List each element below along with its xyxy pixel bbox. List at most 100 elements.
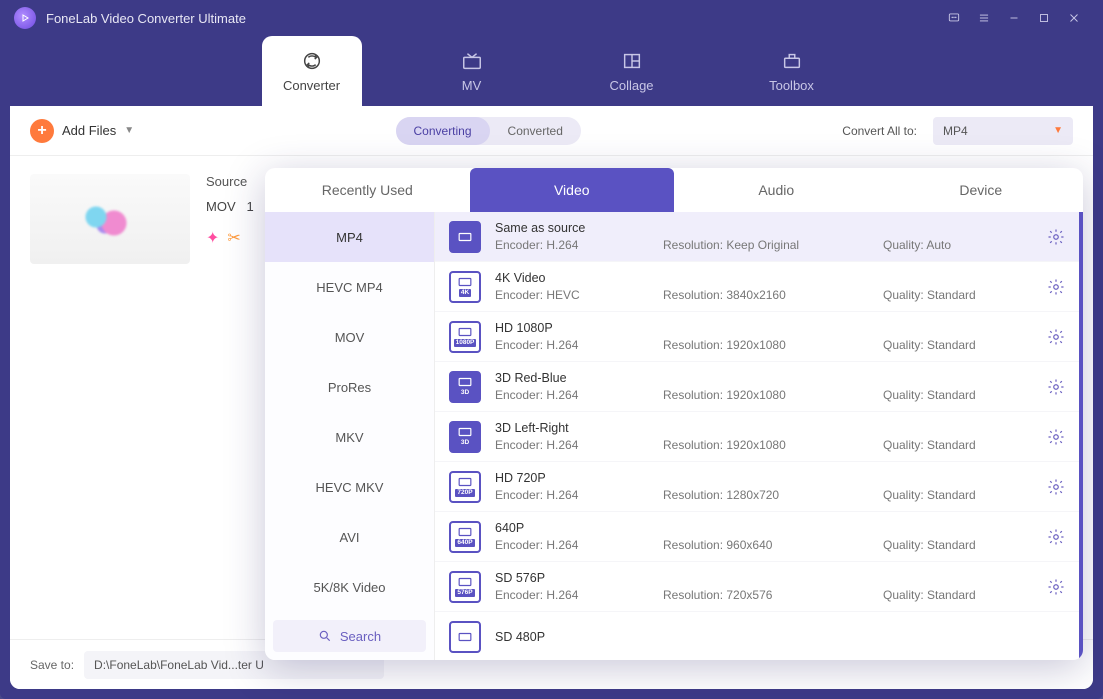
content-panel: + Add Files ▼ Converting Converted Conve… bbox=[10, 106, 1093, 689]
feedback-icon[interactable] bbox=[939, 3, 969, 33]
format-list: MP4HEVC MP4MOVProResMKVHEVC MKVAVI5K/8K … bbox=[265, 212, 435, 660]
preset-settings-button[interactable] bbox=[1047, 578, 1065, 596]
preset-settings-button[interactable] bbox=[1047, 228, 1065, 246]
poptab-device[interactable]: Device bbox=[879, 168, 1084, 212]
preset-name: Same as source bbox=[495, 221, 1033, 235]
tab-collage[interactable]: Collage bbox=[582, 36, 682, 106]
preset-settings-button[interactable] bbox=[1047, 478, 1065, 496]
app-logo-icon bbox=[14, 7, 36, 29]
seg-converting[interactable]: Converting bbox=[396, 117, 490, 145]
tab-toolbox[interactable]: Toolbox bbox=[742, 36, 842, 106]
preset-row[interactable]: 640P 640P Encoder: H.264Resolution: 960x64… bbox=[435, 512, 1079, 562]
format-item-mov[interactable]: MOV bbox=[265, 312, 434, 362]
preset-type-icon: 640P bbox=[449, 521, 481, 553]
titlebar: FoneLab Video Converter Ultimate bbox=[0, 0, 1103, 36]
preset-row[interactable]: Same as sourceEncoder: H.264Resolution: … bbox=[435, 212, 1079, 262]
format-item-5k-8k-video[interactable]: 5K/8K Video bbox=[265, 562, 434, 612]
format-item-hevc-mkv[interactable]: HEVC MKV bbox=[265, 462, 434, 512]
preset-quality: Quality: Standard bbox=[883, 438, 1033, 452]
preset-row[interactable]: 576P SD 576PEncoder: H.264Resolution: 720… bbox=[435, 562, 1079, 612]
menu-icon[interactable] bbox=[969, 3, 999, 33]
file-info: Source MOV 1 ✦ ✂ bbox=[206, 174, 254, 248]
minimize-button[interactable] bbox=[999, 3, 1029, 33]
preset-details: Same as sourceEncoder: H.264Resolution: … bbox=[495, 221, 1033, 252]
preset-row[interactable]: SD 480P bbox=[435, 612, 1079, 660]
preset-settings-button[interactable] bbox=[1047, 428, 1065, 446]
preset-line: Encoder: H.264Resolution: 1920x1080Quali… bbox=[495, 338, 1033, 352]
preset-details: 640P Encoder: H.264Resolution: 960x640Qua… bbox=[495, 521, 1033, 552]
tab-mv-label: MV bbox=[462, 78, 482, 93]
preset-details: HD 1080P Encoder: H.264Resolution: 1920x1… bbox=[495, 321, 1033, 352]
add-files-label: Add Files bbox=[62, 123, 116, 138]
preset-settings-button[interactable] bbox=[1047, 278, 1065, 296]
preset-resolution: Resolution: 1920x1080 bbox=[663, 438, 883, 452]
maximize-button[interactable] bbox=[1029, 3, 1059, 33]
preset-settings-button[interactable] bbox=[1047, 328, 1065, 346]
seg-converted[interactable]: Converted bbox=[490, 117, 581, 145]
poptab-recent[interactable]: Recently Used bbox=[265, 168, 470, 212]
preset-row[interactable]: 3D 3D Left-Right Encoder: H.264Resolution:… bbox=[435, 412, 1079, 462]
preset-quality: Quality: Standard bbox=[883, 488, 1033, 502]
top-nav: Converter MV Collage Toolbox bbox=[0, 36, 1103, 106]
preset-encoder: Encoder: HEVC bbox=[495, 288, 663, 302]
file-badges: ✦ ✂ bbox=[206, 228, 254, 248]
file-format: MOV bbox=[206, 199, 236, 214]
format-item-hevc-mp4[interactable]: HEVC MP4 bbox=[265, 262, 434, 312]
preset-encoder: Encoder: H.264 bbox=[495, 488, 663, 502]
file-info-trunc: 1 bbox=[246, 199, 253, 214]
close-button[interactable] bbox=[1059, 3, 1089, 33]
preset-name: 3D Left-Right bbox=[495, 421, 1033, 435]
preset-row[interactable]: 4K4K VideoEncoder: HEVCResolution: 3840x… bbox=[435, 262, 1079, 312]
preset-list[interactable]: Same as sourceEncoder: H.264Resolution: … bbox=[435, 212, 1083, 660]
preset-row[interactable]: 3D3D Red-BlueEncoder: H.264Resolution: 1… bbox=[435, 362, 1079, 412]
preset-name: HD 1080P bbox=[495, 321, 1033, 335]
file-thumbnail[interactable] bbox=[30, 174, 190, 264]
toolbar: + Add Files ▼ Converting Converted Conve… bbox=[10, 106, 1093, 156]
preset-resolution: Resolution: 720x576 bbox=[663, 588, 883, 602]
preset-details: HD 720PEncoder: H.264Resolution: 1280x72… bbox=[495, 471, 1033, 502]
format-item-avi[interactable]: AVI bbox=[265, 512, 434, 562]
preset-type-icon: 576P bbox=[449, 571, 481, 603]
trim-icon[interactable]: ✂ bbox=[227, 228, 240, 248]
preset-encoder: Encoder: H.264 bbox=[495, 588, 663, 602]
save-path-text: D:\FoneLab\FoneLab Vid...ter U bbox=[94, 658, 264, 672]
poptab-audio[interactable]: Audio bbox=[674, 168, 879, 212]
preset-line: Encoder: H.264Resolution: 960x640Quality… bbox=[495, 538, 1033, 552]
preset-details: SD 576PEncoder: H.264Resolution: 720x576… bbox=[495, 571, 1033, 602]
format-item-prores[interactable]: ProRes bbox=[265, 362, 434, 412]
preset-name: HD 720P bbox=[495, 471, 1033, 485]
preset-settings-button[interactable] bbox=[1047, 378, 1065, 396]
preset-details: 3D Left-Right Encoder: H.264Resolution: 1… bbox=[495, 421, 1033, 452]
preset-row[interactable]: 1080PHD 1080PEncoder: H.264Resolution: 1… bbox=[435, 312, 1079, 362]
tab-mv[interactable]: MV bbox=[422, 36, 522, 106]
convert-all-label: Convert All to: bbox=[842, 124, 917, 138]
preset-resolution: Resolution: 1920x1080 bbox=[663, 388, 883, 402]
app-window: FoneLab Video Converter Ultimate Convert… bbox=[0, 0, 1103, 699]
preset-name: 4K Video bbox=[495, 271, 1033, 285]
preset-quality: Quality: Standard bbox=[883, 538, 1033, 552]
poptab-video[interactable]: Video bbox=[470, 168, 675, 212]
preset-encoder: Encoder: H.264 bbox=[495, 238, 663, 252]
preset-type-icon: 4K bbox=[449, 271, 481, 303]
preset-resolution: Resolution: 1920x1080 bbox=[663, 338, 883, 352]
preset-line: Encoder: H.264Resolution: 1920x1080Quali… bbox=[495, 438, 1033, 452]
preset-type-icon bbox=[449, 621, 481, 653]
add-files-button[interactable]: + Add Files ▼ bbox=[30, 119, 134, 143]
format-item-mkv[interactable]: MKV bbox=[265, 412, 434, 462]
format-search-button[interactable]: Search bbox=[273, 620, 426, 652]
preset-type-icon: 3D bbox=[449, 421, 481, 453]
preset-quality: Quality: Standard bbox=[883, 288, 1033, 302]
preset-line: Encoder: H.264Resolution: 1920x1080Quali… bbox=[495, 388, 1033, 402]
effect-icon[interactable]: ✦ bbox=[206, 228, 219, 248]
convert-all-dropdown[interactable]: MP4 ▼ bbox=[933, 117, 1073, 145]
plus-icon: + bbox=[30, 119, 54, 143]
tab-converter[interactable]: Converter bbox=[262, 36, 362, 106]
preset-encoder: Encoder: H.264 bbox=[495, 388, 663, 402]
preset-details: SD 480P bbox=[495, 630, 1065, 644]
format-item-mp4[interactable]: MP4 bbox=[265, 212, 434, 262]
preset-row[interactable]: 720PHD 720PEncoder: H.264Resolution: 128… bbox=[435, 462, 1079, 512]
preset-quality: Quality: Standard bbox=[883, 588, 1033, 602]
preset-name: 640P bbox=[495, 521, 1033, 535]
preset-settings-button[interactable] bbox=[1047, 528, 1065, 546]
tab-converter-label: Converter bbox=[283, 78, 340, 93]
